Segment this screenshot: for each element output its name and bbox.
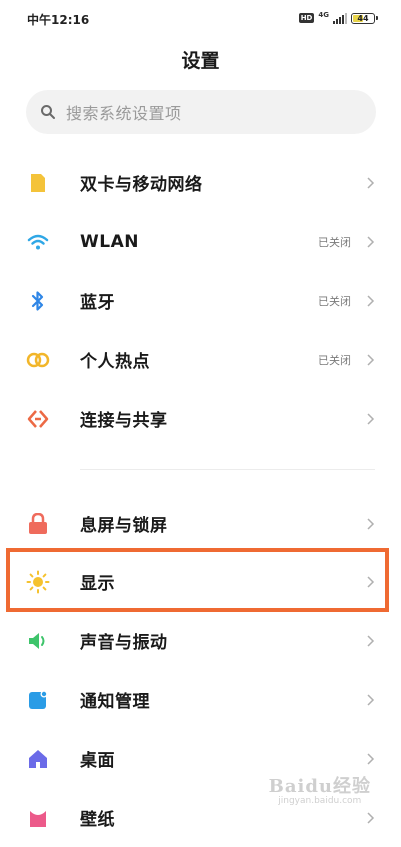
status-bar: 中午12:16 HD 4G 44 [0, 0, 401, 36]
hotspot-icon [26, 348, 50, 372]
search-bar[interactable]: 搜索系统设置项 [26, 90, 376, 134]
chevron-right-icon [367, 752, 375, 765]
settings-item-label: 息屏与锁屏 [80, 516, 168, 536]
chevron-right-icon [367, 811, 375, 824]
watermark-url: jingyan.baidu.com [278, 796, 362, 806]
settings-item-status: 已关闭 [318, 235, 351, 249]
share-icon [26, 407, 50, 431]
settings-item-lock-screen[interactable]: 息屏与锁屏 [0, 494, 401, 553]
chevron-right-icon [367, 634, 375, 647]
settings-item-hotspot[interactable]: 个人热点 已关闭 [0, 330, 401, 389]
signal-icon [333, 12, 347, 24]
settings-item-wlan[interactable]: WLAN 已关闭 [0, 212, 401, 271]
settings-item-label: 双卡与移动网络 [80, 175, 203, 195]
wifi-icon [26, 230, 50, 254]
watermark-logo: Baidu经验 [268, 776, 371, 797]
battery-icon: 44 [351, 12, 378, 24]
network-type: 4G [318, 11, 329, 19]
settings-item-label: 桌面 [80, 751, 115, 771]
battery-level: 44 [357, 13, 369, 23]
status-icons: HD 4G 44 [298, 10, 378, 26]
highlight-box [6, 548, 389, 612]
settings-item-bluetooth[interactable]: 蓝牙 已关闭 [0, 271, 401, 330]
search-icon [41, 105, 55, 119]
settings-item-notifications[interactable]: 通知管理 [0, 670, 401, 729]
settings-item-connection-share[interactable]: 连接与共享 [0, 389, 401, 448]
settings-item-label: 声音与振动 [80, 633, 168, 653]
chevron-right-icon [367, 693, 375, 706]
bluetooth-icon [26, 289, 50, 313]
chevron-right-icon [367, 294, 375, 307]
chevron-right-icon [367, 176, 375, 189]
home-icon [26, 747, 50, 771]
settings-item-sound[interactable]: 声音与振动 [0, 611, 401, 670]
wallpaper-icon [26, 806, 50, 830]
settings-item-status: 已关闭 [318, 294, 351, 308]
watermark: Baidu经验 jingyan.baidu.com [269, 772, 371, 806]
chevron-right-icon [367, 235, 375, 248]
settings-item-label: 蓝牙 [80, 293, 115, 313]
hd-badge: HD [298, 13, 315, 23]
speaker-icon [26, 629, 50, 653]
settings-item-label: 通知管理 [80, 692, 150, 712]
settings-item-label: WLAN [80, 231, 139, 252]
chevron-right-icon [367, 412, 375, 425]
settings-item-label: 连接与共享 [80, 411, 168, 431]
sim-card-icon [26, 171, 50, 195]
settings-item-sim[interactable]: 双卡与移动网络 [0, 153, 401, 212]
notification-icon [26, 688, 50, 712]
lock-icon [26, 512, 50, 536]
search-placeholder: 搜索系统设置项 [66, 104, 182, 123]
settings-item-label: 个人热点 [80, 352, 150, 372]
settings-item-label: 壁纸 [80, 810, 115, 830]
status-time: 中午12:16 [27, 13, 90, 27]
chevron-right-icon [367, 517, 375, 530]
chevron-right-icon [367, 353, 375, 366]
page-title: 设置 [181, 50, 220, 72]
section-divider [80, 469, 375, 470]
settings-item-status: 已关闭 [318, 353, 351, 367]
